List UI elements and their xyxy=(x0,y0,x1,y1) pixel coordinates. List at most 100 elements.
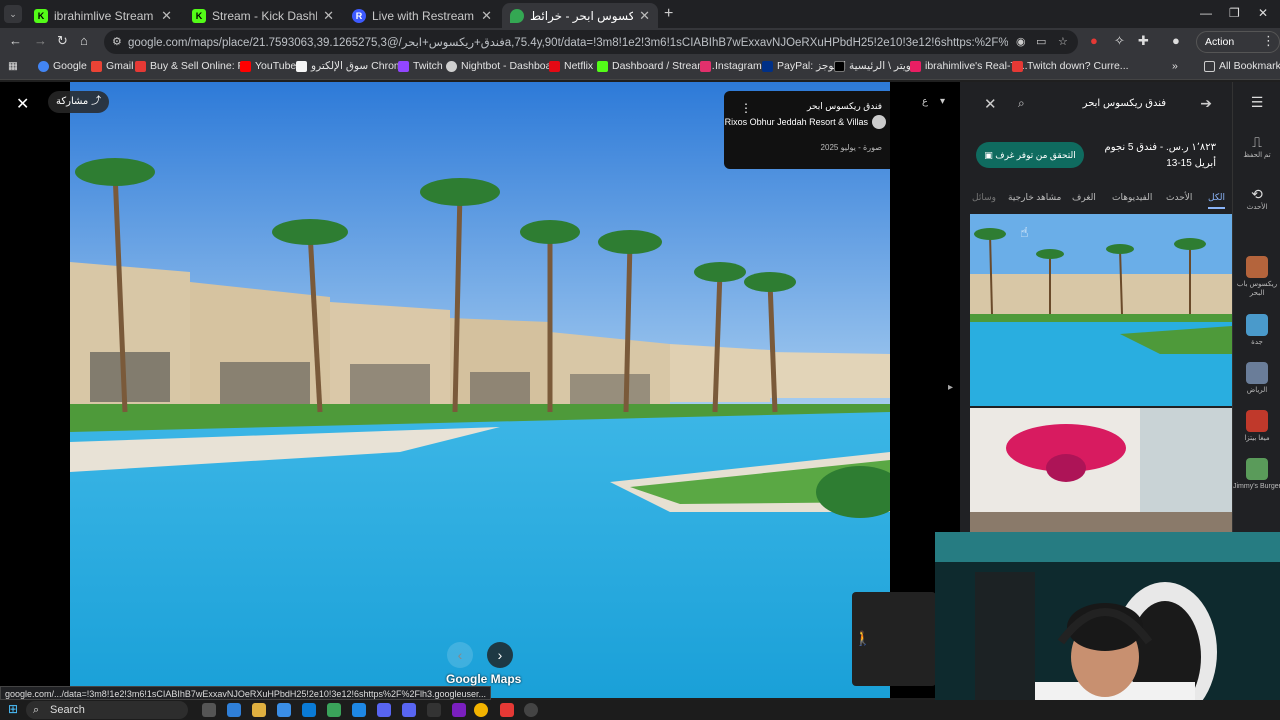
rail-recent[interactable]: ⟲ الأحدث xyxy=(1233,186,1280,212)
rail-recent-place[interactable]: ميغا بيتزا xyxy=(1233,410,1280,443)
tab-all[interactable]: الكل xyxy=(1208,192,1226,209)
url-text[interactable]: google.com/maps/place/فندق+ريكسوس+ابحر/@… xyxy=(128,35,1008,49)
place-name-english[interactable]: Rixos Obhur Jeddah Resort & Villas xyxy=(725,117,868,127)
share-button[interactable]: مشاركة ⤴ xyxy=(48,91,110,113)
site-info-icon[interactable]: ⚙ xyxy=(112,35,122,48)
tab-videos[interactable]: الفيديوهات xyxy=(1112,192,1152,203)
rail-recent-place[interactable]: Jimmy's Burger xyxy=(1233,458,1280,491)
rail-recent-place[interactable]: جدة xyxy=(1233,314,1280,347)
bookmark-nightbot[interactable]: Nightbot - Dashboa... xyxy=(446,60,560,72)
discord-icon[interactable] xyxy=(402,703,416,717)
mail-icon[interactable] xyxy=(302,703,316,717)
obs-icon[interactable] xyxy=(427,703,441,717)
chrome-icon[interactable] xyxy=(474,703,488,717)
restore-icon[interactable]: ❐ xyxy=(1229,6,1240,20)
search-icon: ⌕ xyxy=(33,704,40,716)
collapse-panel-icon[interactable]: ▸ xyxy=(948,382,953,393)
app-icon[interactable] xyxy=(327,703,341,717)
edge-icon[interactable] xyxy=(227,703,241,717)
photo-date: صورة - يوليو 2025 xyxy=(820,143,882,152)
search-box[interactable]: ✕ ⌕ فندق ريكسوس ابحر ➔ xyxy=(974,92,1224,118)
close-tab-icon[interactable]: ✕ xyxy=(639,8,650,24)
bookmark-realtime[interactable]: ibrahimlive's Real-Ti... xyxy=(910,60,1028,72)
apps-grid-icon[interactable]: ▦ xyxy=(8,60,18,72)
bookmark-twitch[interactable]: Twitch xyxy=(398,60,443,72)
check-availability-button[interactable]: ▣ التحقق من توفر غرف xyxy=(976,142,1084,168)
search-icon[interactable]: ⌕ xyxy=(1018,96,1025,111)
home-icon[interactable]: ⌂ xyxy=(80,33,88,48)
app-icon[interactable] xyxy=(377,703,391,717)
taskbar-search[interactable]: ⌕ Search xyxy=(26,701,188,719)
bookmark-buysell[interactable]: Buy & Sell Online: P... xyxy=(135,60,252,72)
pegman-icon[interactable]: 🚶 xyxy=(854,630,871,647)
tab-amenities[interactable]: وسائل xyxy=(972,192,996,203)
forward-icon[interactable]: → xyxy=(34,33,47,48)
bookmark-twitter[interactable]: تويتر \ الرئيسية xyxy=(834,60,914,72)
tab-kick-dashboard[interactable]: K Stream - Kick Dashboard ✕ xyxy=(184,3,342,28)
app-icon[interactable] xyxy=(277,703,291,717)
tab-kick-watch[interactable]: K ibrahimlive Stream - Watch Live ✕ xyxy=(26,3,180,28)
rail-menu[interactable]: ☰ xyxy=(1233,94,1280,111)
profile-avatar[interactable]: ● xyxy=(1172,33,1180,48)
search-input[interactable]: فندق ريكسوس ابحر xyxy=(1083,98,1166,109)
app-icon[interactable] xyxy=(452,703,466,717)
maps-pin-icon[interactable] xyxy=(500,703,514,717)
photo-info-card[interactable]: ⋮ فندق ريكسوس ابحر Rixos Obhur Jeddah Re… xyxy=(724,91,890,169)
extension-red-icon[interactable]: ● xyxy=(1090,33,1098,48)
app-icon[interactable] xyxy=(352,703,366,717)
star-icon[interactable]: ☆ xyxy=(1058,35,1068,48)
clear-search-icon[interactable]: ✕ xyxy=(984,95,997,113)
app-icon[interactable] xyxy=(524,703,538,717)
previous-photo-button[interactable]: ‹ xyxy=(447,642,473,668)
next-photo-button[interactable]: › xyxy=(487,642,513,668)
close-window-icon[interactable]: ✕ xyxy=(1258,6,1268,20)
address-bar[interactable]: ⚙ google.com/maps/place/فندق+ريكسوس+ابحر… xyxy=(104,30,1078,54)
tab-search-icon[interactable]: ⌄ xyxy=(4,5,22,23)
bookmark-chrome-store[interactable]: سوق الإلكترو Chrome xyxy=(296,60,409,72)
bookmark-google[interactable]: Google xyxy=(38,60,87,72)
close-tab-icon[interactable]: ✕ xyxy=(161,8,172,24)
tab-latest[interactable]: الأحدث xyxy=(1166,192,1192,203)
back-icon[interactable]: ← xyxy=(9,33,22,48)
hamburger-menu-icon[interactable]: ☰ xyxy=(1233,94,1280,111)
bookmark-netflix[interactable]: Netflix xyxy=(549,60,593,72)
tab-rooms[interactable]: الغرف xyxy=(1072,192,1096,203)
more-options-icon[interactable]: ⋮ xyxy=(740,101,752,115)
resort-photo[interactable] xyxy=(70,82,890,698)
bookmark-gmail[interactable]: Gmail xyxy=(91,60,133,72)
chart-icon xyxy=(910,60,921,72)
puzzle-icon[interactable]: ✚ xyxy=(1138,33,1149,49)
photo-thumbnail[interactable] xyxy=(970,214,1232,406)
bookmark-youtube[interactable]: YouTube xyxy=(240,60,296,72)
street-view-box[interactable]: 🚶 xyxy=(852,592,936,686)
tab-google-maps[interactable]: فندق ريكسوس ابحر - خرائط Google ✕ xyxy=(502,3,658,28)
bookmark-twitch-down[interactable]: Twitch down? Curre... xyxy=(1012,60,1129,72)
bed-icon: ▣ xyxy=(984,150,993,160)
new-tab-button[interactable]: + xyxy=(664,5,673,23)
windows-start-icon[interactable]: ⊞ xyxy=(8,702,18,716)
reload-icon[interactable]: ↻ xyxy=(57,33,68,49)
location-icon[interactable]: ◉ xyxy=(1016,35,1026,48)
menu-kebab-icon[interactable]: ⋮ xyxy=(1262,33,1275,49)
bookmark-dashboard[interactable]: Dashboard / Stream... xyxy=(597,60,715,72)
dropdown-arrow-icon[interactable]: ▾ xyxy=(940,96,945,107)
bookmark-instagram[interactable]: Instagram xyxy=(700,60,762,72)
rail-recent-place[interactable]: ريكسوس باب البحر xyxy=(1233,256,1280,298)
task-view-icon[interactable] xyxy=(202,703,216,717)
photo-thumbnail[interactable] xyxy=(970,408,1232,532)
directions-icon[interactable]: ➔ xyxy=(1200,95,1212,112)
tab-restream[interactable]: R Live with Restream - Restream ✕ xyxy=(344,3,500,28)
rail-recent-place[interactable]: الرياض xyxy=(1233,362,1280,395)
rail-saved[interactable]: ⎍ تم الحفظ xyxy=(1233,134,1280,160)
more-bookmarks-icon[interactable]: » xyxy=(1172,60,1178,72)
close-tab-icon[interactable]: ✕ xyxy=(481,8,492,24)
cast-icon[interactable]: ▭ xyxy=(1036,35,1046,48)
language-toggle-icon[interactable]: ع xyxy=(922,96,928,107)
tab-exterior[interactable]: مشاهد خارجية xyxy=(1008,192,1061,203)
file-explorer-icon[interactable] xyxy=(252,703,266,717)
extension-icon[interactable]: ✧ xyxy=(1114,33,1125,49)
minimize-icon[interactable]: — xyxy=(1200,6,1212,20)
all-bookmarks[interactable]: All Bookmarks xyxy=(1204,60,1280,72)
close-tab-icon[interactable]: ✕ xyxy=(323,8,334,24)
close-viewer-icon[interactable]: ✕ xyxy=(16,94,29,114)
